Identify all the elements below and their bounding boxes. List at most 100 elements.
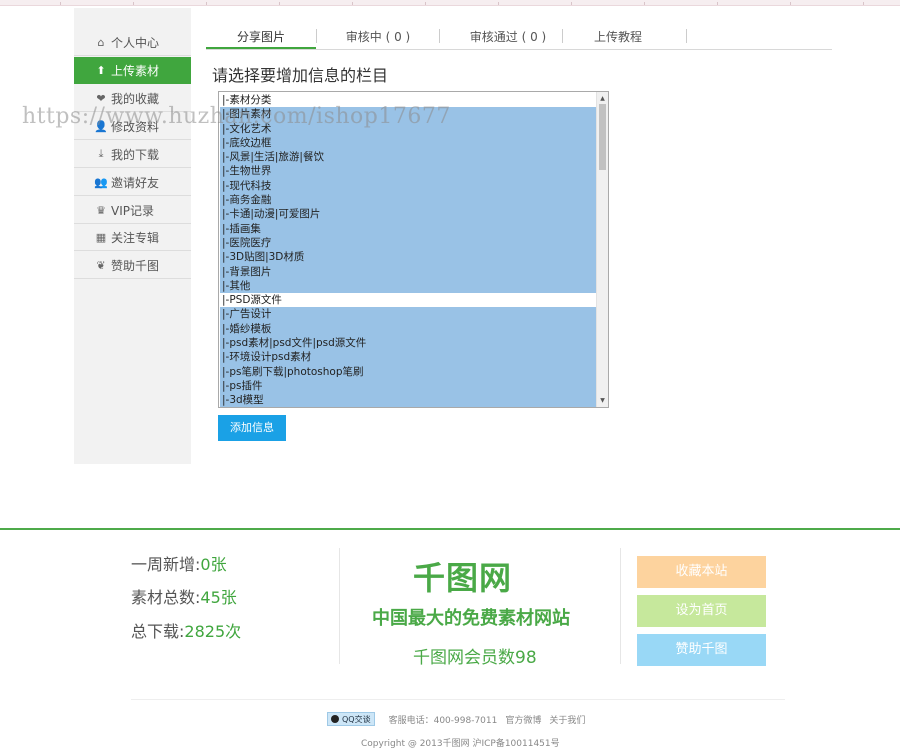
- category-option[interactable]: |-商务金融: [220, 193, 597, 208]
- category-option[interactable]: |-医院医疗: [220, 235, 597, 251]
- sidebar-item-1[interactable]: ⬆ 上传素材: [74, 57, 191, 84]
- top-strip-tick: [352, 2, 353, 5]
- top-strip-tick: [790, 2, 791, 5]
- sidebar-item-0[interactable]: ⌂ 个人中心: [74, 29, 191, 56]
- footer-separator: [339, 548, 340, 664]
- sidebar-item-label: 上传素材: [111, 63, 160, 78]
- category-option[interactable]: |-3D贴图|3D材质: [220, 250, 597, 265]
- stat-value: 45张: [200, 588, 237, 607]
- sidebar-item-label: 个人中心: [111, 35, 160, 50]
- service-phone: 客服电话：400-998-7011: [388, 715, 498, 726]
- category-option[interactable]: |-广告设计: [220, 307, 597, 322]
- add-info-button[interactable]: 添加信息: [218, 415, 286, 441]
- stat-label: 一周新增:: [131, 555, 201, 574]
- home-icon: ⌂: [97, 35, 105, 49]
- copyright: Copyright @ 2013千图网 沪ICP备10011451号: [361, 739, 560, 749]
- top-strip-tick: [717, 2, 718, 5]
- tab-separator: [686, 29, 687, 43]
- stat-total-assets: 素材总数:45张: [131, 584, 237, 608]
- top-strip-tick: [279, 2, 280, 5]
- page-heading: 请选择要增加信息的栏目: [212, 66, 389, 85]
- stat-value: 0张: [200, 555, 227, 574]
- set-homepage-button[interactable]: 设为首页: [637, 595, 766, 627]
- footer-divider: [0, 528, 900, 530]
- category-option[interactable]: |-背景图片: [220, 264, 597, 279]
- top-strip-tick: [571, 2, 572, 5]
- tab-bar: 分享图片 审核中 ( 0 ) 审核通过 ( 0 ) 上传教程: [206, 26, 832, 50]
- calculator-icon: ▦: [95, 230, 107, 244]
- sidebar-item-4[interactable]: ⤓ 我的下载: [74, 141, 191, 168]
- bookmark-site-button[interactable]: 收藏本站: [637, 556, 766, 588]
- category-option[interactable]: |-现代科技: [220, 178, 597, 194]
- category-option[interactable]: |-风景|生活|旅游|餐饮: [220, 150, 597, 165]
- category-option[interactable]: |-3d模型: [220, 393, 597, 407]
- sidebar-item-label: 邀请好友: [111, 175, 160, 190]
- stat-weekly-new: 一周新增:0张: [131, 551, 227, 575]
- qq-chat-button[interactable]: QQ交谈: [327, 712, 375, 726]
- top-strip-tick: [206, 2, 207, 5]
- watermark: https://www.huzhan.com/ishop17677: [22, 104, 451, 129]
- category-option[interactable]: |-环境设计psd素材: [220, 350, 597, 365]
- brand-logo: 千图网: [413, 559, 513, 597]
- category-option[interactable]: |-ps插件: [220, 378, 597, 394]
- listbox-scrollbar[interactable]: ▲ ▼: [596, 92, 608, 407]
- category-option[interactable]: |-婚纱模板: [220, 321, 597, 337]
- top-strip-tick: [60, 2, 61, 5]
- tab-2[interactable]: 审核通过 ( 0 ): [453, 26, 563, 49]
- category-options: |-素材分类 |-图片素材 |-文化艺术 |-底纹边框 |-风景|生活|旅游|餐饮 |-生…: [220, 93, 597, 407]
- sidebar-item-7[interactable]: ▦ 关注专辑: [74, 224, 191, 251]
- sponsor-icon: ❦: [96, 258, 106, 272]
- about-link[interactable]: 关于我们: [549, 713, 585, 726]
- tab-1[interactable]: 审核中 ( 0 ): [323, 26, 433, 49]
- tab-separator: [562, 29, 563, 43]
- category-option[interactable]: |-底纹边框: [220, 135, 597, 151]
- sidebar-item-label: VIP记录: [111, 203, 154, 218]
- category-option[interactable]: |-psd素材|psd文件|psd源文件: [220, 336, 597, 351]
- crown-icon: ♛: [96, 203, 106, 217]
- category-select[interactable]: |-素材分类 |-图片素材 |-文化艺术 |-底纹边框 |-风景|生活|旅游|餐饮 |-生…: [218, 91, 609, 408]
- category-option[interactable]: |-生物世界: [220, 164, 597, 179]
- sidebar-item-label: 赞助千图: [111, 258, 160, 273]
- qq-penguin-icon: [331, 715, 339, 723]
- users-icon: 👥: [94, 175, 108, 189]
- tab-0[interactable]: 分享图片: [206, 26, 316, 49]
- scroll-thumb[interactable]: [599, 104, 606, 170]
- download-icon: ⤓: [98, 147, 104, 160]
- sidebar-item-label: 关注专辑: [111, 230, 160, 245]
- qq-label: QQ交谈: [342, 714, 371, 724]
- sidebar-item-6[interactable]: ♛ VIP记录: [74, 197, 191, 224]
- weibo-link[interactable]: 官方微博: [505, 713, 541, 726]
- category-option[interactable]: |-卡通|动漫|可爱图片: [220, 207, 597, 222]
- contact-row: QQ交谈 客服电话：400-998-7011 官方微博 关于我们: [327, 712, 585, 726]
- top-strip-tick: [644, 2, 645, 5]
- top-strip-tick: [133, 2, 134, 5]
- top-strip-tick: [498, 2, 499, 5]
- stat-value: 2825次: [184, 622, 242, 641]
- tab-separator: [316, 29, 317, 43]
- scroll-down-icon[interactable]: ▼: [597, 395, 608, 406]
- brand-slogan: 中国最大的免费素材网站: [372, 608, 570, 629]
- scroll-up-icon[interactable]: ▲: [597, 93, 608, 104]
- tab-3[interactable]: 上传教程: [563, 26, 673, 49]
- sidebar-item-5[interactable]: 👥 邀请好友: [74, 169, 191, 196]
- top-strip: [0, 0, 900, 6]
- top-strip-tick: [425, 2, 426, 5]
- category-option[interactable]: |-PSD源文件: [220, 293, 597, 308]
- upload-icon: ⬆: [96, 63, 106, 77]
- top-strip-tick: [863, 2, 864, 5]
- heart-icon: ❤: [96, 91, 106, 105]
- category-option[interactable]: |-其他: [220, 278, 597, 294]
- stat-label: 总下载:: [131, 622, 185, 641]
- footer-separator: [620, 548, 621, 664]
- stat-total-downloads: 总下载:2825次: [131, 618, 241, 642]
- footer-divider-2: [131, 699, 785, 700]
- category-option[interactable]: |-ps笔刷下载|photoshop笔刷: [220, 364, 597, 379]
- sidebar-item-8[interactable]: ❦ 赞助千图: [74, 252, 191, 279]
- stat-label: 素材总数:: [131, 588, 201, 607]
- member-count: 千图网会员数98: [413, 648, 537, 668]
- category-option[interactable]: |-插画集: [220, 221, 597, 236]
- sponsor-button[interactable]: 赞助千图: [637, 634, 766, 666]
- sidebar-item-label: 我的下载: [111, 147, 160, 162]
- sidebar: ⌂ 个人中心 ⬆ 上传素材 ❤ 我的收藏 👤 修改资料 ⤓ 我的下载 👥 邀请好友 ♛ VIP记录 ▦ 关注专…: [74, 8, 191, 464]
- tab-separator: [439, 29, 440, 43]
